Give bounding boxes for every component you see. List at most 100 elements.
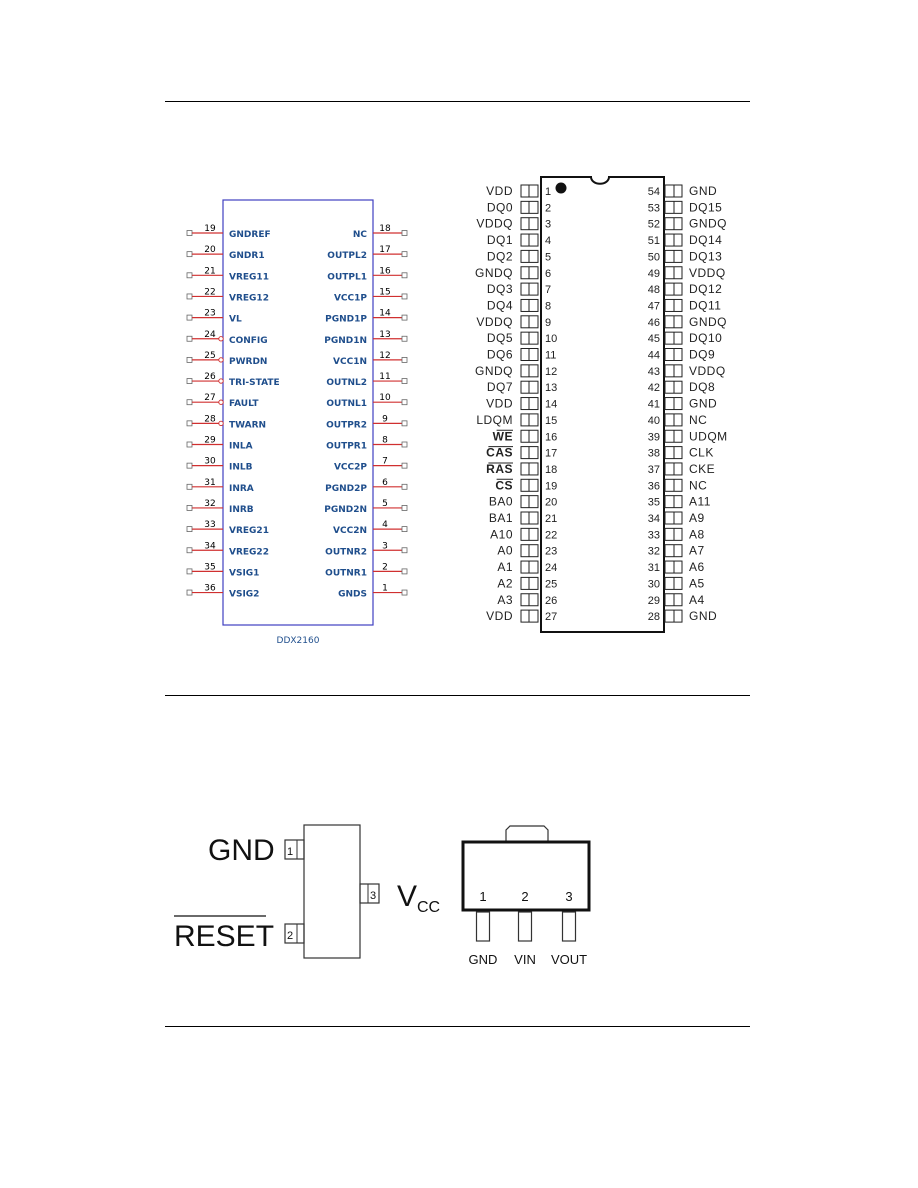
- regulator-tab: [505, 825, 549, 842]
- sdram-pin-30: 30 A5: [648, 576, 704, 590]
- reset-pin-label: RESET: [174, 920, 274, 953]
- sdram-pin-29: 29 A4: [648, 593, 705, 607]
- ddx-pin-name: OUTNL2: [326, 378, 367, 388]
- ddx-pin-7: 7 VCC2P: [334, 457, 408, 473]
- ddx-pin-number: 27: [204, 393, 215, 403]
- ddx-pin-30: 30 INLB: [186, 457, 253, 473]
- ddx-pin-2: 2 OUTNR1: [325, 562, 408, 578]
- reset-pin-2: 2: [284, 923, 305, 944]
- sdram-pin-12: 12 GNDQ: [475, 364, 557, 378]
- sdram-pin-28: 28 GND: [648, 609, 717, 623]
- sdram-pin-name: GNDQ: [689, 217, 727, 231]
- sdram-pin-number: 33: [648, 529, 660, 541]
- sdram-pin-11: 11 DQ6: [487, 348, 557, 362]
- ddx-pin-name: VCC2P: [334, 463, 367, 473]
- ddx-pin-4: 4 VCC2N: [333, 520, 408, 536]
- ddx-pin-name: OUTPR2: [326, 420, 367, 430]
- sdram-pin-name: VDDQ: [476, 315, 513, 329]
- sdram-pin-20: 20 BA0: [489, 495, 557, 509]
- ddx-pin-name: VREG11: [229, 272, 269, 282]
- sdram-pin-name: A4: [689, 593, 705, 607]
- sdram-pin-name: GND: [689, 397, 717, 411]
- ddx-pin-number: 5: [382, 499, 388, 509]
- ddx-pin-number: 16: [379, 266, 391, 276]
- ddx-pin-31: 31 INRA: [186, 478, 254, 494]
- sdram-pin-number: 2: [545, 202, 551, 214]
- reset-pin-1: 1: [284, 839, 305, 860]
- sdram-pin-number: 50: [648, 251, 660, 263]
- sdram-pin-27: 27 VDD: [486, 609, 557, 623]
- sdram-pin-name: VDD: [486, 609, 513, 623]
- sdram-pin-name: DQ5: [487, 331, 513, 345]
- sdram-pin-name: LDQM: [476, 413, 513, 427]
- ddx-pin-23: 23 VL: [186, 309, 242, 325]
- ddx-pin-number: 15: [379, 287, 390, 297]
- sdram-pin-name: A1: [497, 560, 513, 574]
- sdram-pin-name: DQ14: [689, 233, 722, 247]
- sdram-pin-name: GND: [689, 609, 717, 623]
- sdram-pin-number: 21: [545, 513, 557, 525]
- sdram-pin-name: VDDQ: [689, 364, 726, 378]
- regulator-pin-number: 1: [479, 889, 486, 904]
- sdram-pin-number: 22: [545, 529, 557, 541]
- ddx-pin-number: 21: [204, 266, 215, 276]
- sdram-pin-number: 10: [545, 333, 557, 345]
- sdram-pin-name: A10: [490, 527, 513, 541]
- sdram-pin-number: 3: [545, 219, 551, 231]
- ddx-pin-name: VSIG2: [229, 590, 259, 600]
- sdram-pin-name: CKE: [689, 462, 715, 476]
- sdram-pin-number: 11: [545, 350, 556, 362]
- sdram-pin-name: VDDQ: [476, 217, 513, 231]
- ddx-pin-number: 20: [204, 245, 216, 255]
- ddx-pin-number: 18: [379, 224, 391, 234]
- sdram-pin-name: DQ9: [689, 348, 715, 362]
- svg-text:3: 3: [370, 890, 376, 902]
- sdram-pin-number: 37: [648, 464, 660, 476]
- sdram-pin-3: 3 VDDQ: [476, 217, 551, 231]
- sdram-pin-number: 45: [648, 333, 660, 345]
- sdram-pin-49: 49 VDDQ: [648, 266, 725, 280]
- ddx-pin-number: 36: [204, 584, 216, 594]
- ddx-pin-name: PGND2N: [324, 505, 367, 515]
- sdram-pin-name: RAS: [486, 462, 513, 476]
- sdram-pin-21: 21 BA1: [489, 511, 557, 525]
- ddx-pin-name: VCC1N: [333, 357, 367, 367]
- ddx-body: [222, 199, 374, 626]
- gnd-pin-label: GND: [208, 834, 275, 867]
- ddx-pin-name: VREG21: [229, 526, 269, 536]
- ddx-pin-name: VCC1P: [334, 293, 367, 303]
- sdram-pin-18: 18 RAS: [486, 462, 557, 476]
- ddx-pin-12: 12 VCC1N: [333, 351, 408, 367]
- sdram-pin-53: 53 DQ15: [648, 200, 722, 214]
- sdram-pin-number: 29: [648, 595, 660, 607]
- sdram-pin-number: 1: [545, 186, 551, 198]
- reset-ic-symbol: 1 2 3 GND RESET V CC: [174, 824, 440, 959]
- ddx-pin-name: GNDREF: [229, 230, 271, 240]
- sdram-pin-number: 20: [545, 497, 557, 509]
- sdram-pin-number: 16: [545, 431, 557, 443]
- ddx-part-label: DDX2160: [277, 636, 320, 646]
- ddx-pin-29: 29 INLA: [186, 436, 253, 452]
- ddx-pin-number: 19: [204, 224, 216, 234]
- sdram-pin-31: 31 A6: [648, 560, 704, 574]
- reset-ic-body: [303, 824, 361, 959]
- sdram-pin-name: BA1: [489, 511, 513, 525]
- pin1-marker-dot: [555, 182, 567, 194]
- sdram-pin-number: 17: [545, 448, 557, 460]
- ddx-pin-26: 26 TRI-STATE: [186, 372, 280, 388]
- ddx-pin-number: 33: [204, 520, 215, 530]
- sdram-pin-number: 24: [545, 562, 557, 574]
- ddx-pin-8: 8 OUTPR1: [326, 436, 408, 452]
- sdram-pin-name: WE: [493, 429, 513, 443]
- ddx-pin-name: GNDS: [338, 590, 367, 600]
- ddx-pin-number: 3: [382, 541, 388, 551]
- ddx-pin-number: 32: [204, 499, 215, 509]
- ddx-pin-name: INLB: [229, 463, 253, 473]
- sdram-pin-50: 50 DQ13: [648, 249, 722, 263]
- ddx-pin-5: 5 PGND2N: [324, 499, 408, 515]
- ddx-pin-17: 17 OUTPL2: [327, 245, 408, 261]
- ddx-pin-number: 22: [204, 287, 215, 297]
- sdram-pin-25: 25 A2: [497, 576, 557, 590]
- sdram-pin-name: NC: [689, 478, 707, 492]
- sdram-pin-32: 32 A7: [648, 544, 704, 558]
